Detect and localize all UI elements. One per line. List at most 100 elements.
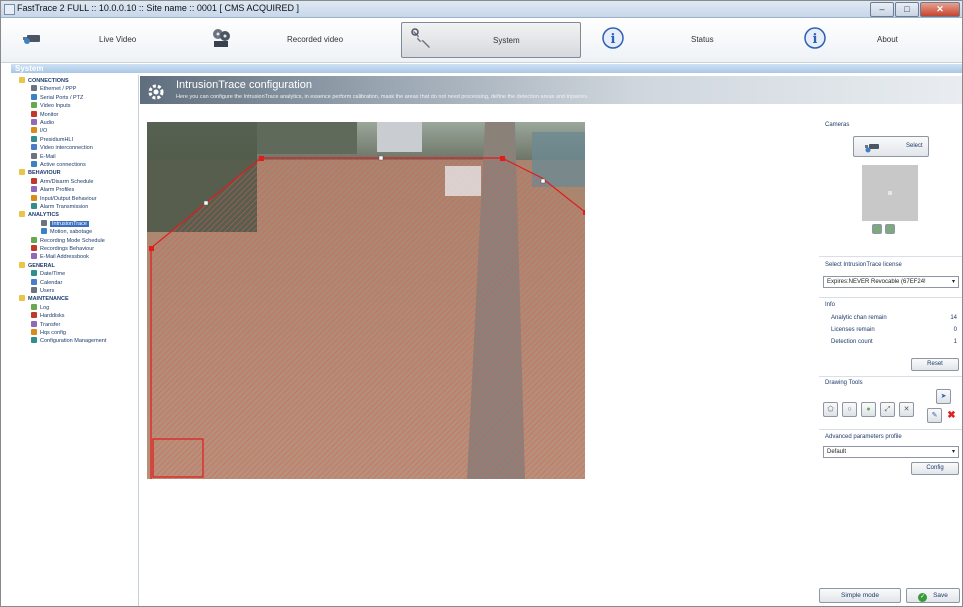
sidebar-item-label: Video interconnection [40, 145, 93, 152]
pointer-tool-icon[interactable]: ➤ [936, 389, 951, 404]
film-reel-icon [213, 29, 230, 47]
item-icon [31, 144, 37, 151]
tripwire-tool-icon[interactable]: ⤢ [880, 402, 895, 417]
sidebar-item-label: Hqs config [40, 330, 66, 336]
sidebar-item-label: E-Mail [40, 153, 56, 160]
simple-mode-button[interactable]: Simple mode [819, 588, 901, 603]
item-icon [31, 110, 37, 117]
circle-tool-icon[interactable]: ○ [842, 402, 857, 417]
sidebar-item-label: I/O [40, 128, 48, 135]
wrench-icon [411, 28, 430, 48]
item-icon [31, 303, 37, 310]
sidebar-item-label: Harddisks [40, 313, 65, 320]
camera-next-button[interactable] [885, 224, 895, 234]
item-icon [31, 278, 37, 285]
nav-about[interactable]: i About [795, 22, 955, 56]
window-title: FastTrace 2 FULL :: 10.0.0.10 :: Site na… [17, 3, 299, 13]
save-button[interactable]: ✓ Save [906, 588, 960, 603]
nav-label: Live Video [99, 35, 137, 44]
sidebar-item-label: Log [40, 304, 50, 311]
select-camera-button[interactable]: Select [853, 136, 929, 157]
item-icon [31, 152, 37, 159]
page-description: Here you can configure the IntrusionTrac… [176, 94, 589, 100]
nav-status[interactable]: i Status [593, 22, 763, 56]
item-icon [31, 312, 37, 319]
sidebar-item-label: Arm/Disarm Schedule [40, 178, 94, 185]
right-panel: Cameras Select Select IntrusionTrace lic… [819, 119, 962, 606]
sidebar-item[interactable]: Configuration Management [31, 337, 106, 346]
sidebar-item-label: Ethernet / PPP [40, 86, 77, 93]
item-icon [41, 219, 47, 226]
item-icon [31, 102, 37, 109]
sidebar-item-label: Input/Output Behaviour [40, 195, 97, 202]
info-row-value: 1 [953, 339, 957, 345]
title-bar: FastTrace 2 FULL :: 10.0.0.10 :: Site na… [1, 1, 962, 18]
item-icon [31, 287, 37, 293]
cameras-label: Cameras [825, 122, 850, 128]
delete-icon[interactable]: ✖ [944, 408, 959, 423]
camera-thumbnail[interactable] [862, 165, 918, 221]
sidebar-item-label: Motion, sabotage [50, 229, 93, 236]
item-icon [31, 270, 37, 277]
item-icon [31, 177, 37, 184]
camera-icon [23, 35, 40, 44]
license-select[interactable]: Expires:NEVER Revocable (67EF24! ▾ [823, 276, 959, 288]
section-title: System [15, 64, 44, 73]
area-tool-icon[interactable]: ● [861, 402, 876, 417]
app-icon [4, 4, 15, 15]
item-icon [31, 119, 37, 125]
sidebar-item-label: Alarm Profiles [40, 187, 75, 194]
nav-live-video[interactable]: Live Video [13, 22, 163, 56]
info-row: Licenses remain 0 [831, 327, 957, 333]
sidebar-item-label: Calendar [40, 279, 63, 286]
advanced-profile-select[interactable]: Default ▾ [823, 446, 959, 458]
info-label: Info [825, 302, 836, 308]
info-icon: i [804, 27, 826, 49]
sidebar-item-label: Serial Ports / PTZ [40, 94, 84, 101]
sidebar-item-label: Transfer [40, 321, 61, 328]
item-icon [31, 186, 37, 193]
item-icon [31, 320, 37, 327]
item-icon [41, 228, 47, 235]
info-icon: i [602, 27, 624, 49]
chevron-down-icon: ▾ [951, 449, 955, 455]
item-icon [31, 337, 37, 344]
info-row-label: Licenses remain [831, 327, 875, 333]
item-icon [31, 253, 37, 260]
folder-icon [19, 295, 25, 302]
sidebar-item-label: Users [40, 288, 55, 294]
sidebar-item-label: Video Inputs [40, 103, 71, 110]
minimize-button[interactable]: – [870, 2, 894, 17]
gear-icon [148, 84, 164, 100]
camera-icon [865, 144, 879, 153]
nav-label: Recorded video [287, 35, 344, 44]
save-button-label: Save [933, 592, 948, 599]
sidebar-item-label: IntrusionTrace [50, 220, 89, 227]
item-icon [31, 329, 37, 335]
advanced-profile-label: Advanced parameters profile [825, 434, 902, 440]
info-row: Analytic chan remain 14 [831, 315, 957, 321]
camera-prev-button[interactable] [872, 224, 882, 234]
sidebar-item-label: Active connections [40, 162, 86, 168]
sidebar-item-label: Configuration Management [40, 338, 107, 345]
reset-button[interactable]: Reset [911, 358, 959, 371]
polygon-tool-icon[interactable]: ⬠ [823, 402, 838, 417]
license-label: Select IntrusionTrace license [825, 262, 902, 268]
drawing-tools-label: Drawing Tools [825, 380, 863, 386]
area-vertex-handle [259, 156, 264, 161]
check-icon: ✓ [918, 593, 928, 602]
maximize-button[interactable]: □ [895, 2, 919, 17]
camera-video-canvas[interactable] [147, 122, 585, 479]
cross-tool-icon[interactable]: ✕ [899, 402, 914, 417]
config-button[interactable]: Config [911, 462, 959, 475]
content-header: IntrusionTrace configuration Here you ca… [140, 76, 962, 104]
item-icon [31, 203, 37, 209]
nav-recorded-video[interactable]: Recorded video [201, 22, 371, 56]
edit-tool-icon[interactable]: ✎ [927, 408, 942, 423]
sidebar-item-label: ANALYTICS [28, 212, 59, 219]
area-vertex-handle [583, 210, 585, 215]
nav-system[interactable]: System [401, 22, 581, 58]
sidebar-item-label: PresidiumHLI [40, 136, 74, 143]
chevron-down-icon: ▾ [951, 279, 955, 285]
close-button[interactable]: ✕ [920, 2, 960, 17]
